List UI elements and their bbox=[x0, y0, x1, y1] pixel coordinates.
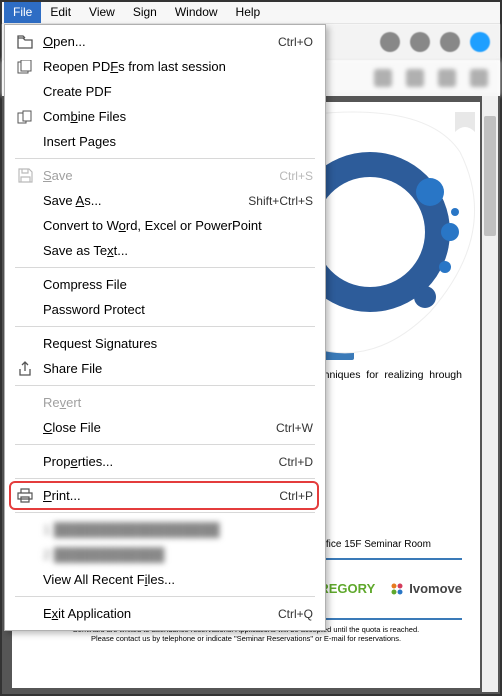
menu-reopen[interactable]: Reopen PDFs from last session bbox=[5, 54, 325, 79]
menu-viewrecent-label: View All Recent Files... bbox=[43, 572, 313, 587]
menu-saveas-shortcut: Shift+Ctrl+S bbox=[248, 194, 313, 208]
menu-password-label: Password Protect bbox=[43, 302, 313, 317]
menu-open[interactable]: Open... Ctrl+O bbox=[5, 29, 325, 54]
menu-saveas-label: Save As... bbox=[43, 193, 248, 208]
menu-insert-pages[interactable]: Insert Pages bbox=[5, 129, 325, 154]
reopen-icon bbox=[15, 60, 35, 74]
menu-create-label: Create PDF bbox=[43, 84, 313, 99]
menu-separator bbox=[15, 444, 315, 445]
menu-exit-shortcut: Ctrl+Q bbox=[278, 607, 313, 621]
menu-save-text[interactable]: Save as Text... bbox=[5, 238, 325, 263]
menu-separator bbox=[15, 267, 315, 268]
menubar-window[interactable]: Window bbox=[166, 2, 227, 23]
menu-print[interactable]: Print... Ctrl+P bbox=[5, 483, 325, 508]
menubar-help[interactable]: Help bbox=[227, 2, 270, 23]
share-icon bbox=[15, 361, 35, 376]
menu-print-shortcut: Ctrl+P bbox=[279, 489, 313, 503]
tool-icon[interactable] bbox=[374, 69, 392, 87]
menubar-sign[interactable]: Sign bbox=[124, 2, 166, 23]
vertical-scrollbar[interactable] bbox=[482, 96, 498, 692]
menubar-view[interactable]: View bbox=[80, 2, 124, 23]
scroll-thumb[interactable] bbox=[484, 116, 496, 236]
menu-signatures-label: Request Signatures bbox=[43, 336, 313, 351]
menu-recent-2[interactable]: 2 ████████████ bbox=[5, 542, 325, 567]
menu-convert-label: Convert to Word, Excel or PowerPoint bbox=[43, 218, 313, 233]
menu-open-label: Open... bbox=[43, 34, 278, 49]
menu-combine[interactable]: Combine Files bbox=[5, 104, 325, 129]
menu-recent-1[interactable]: 1 ██████████████████ bbox=[5, 517, 325, 542]
menu-signatures[interactable]: Request Signatures bbox=[5, 331, 325, 356]
menu-close-label: Close File bbox=[43, 420, 276, 435]
menu-save-shortcut: Ctrl+S bbox=[279, 169, 313, 183]
combine-icon bbox=[15, 110, 35, 124]
menubar: File Edit View Sign Window Help bbox=[2, 2, 500, 24]
menu-share[interactable]: Share File bbox=[5, 356, 325, 381]
menubar-edit[interactable]: Edit bbox=[41, 2, 80, 23]
print-icon bbox=[15, 488, 35, 503]
menu-compress[interactable]: Compress File bbox=[5, 272, 325, 297]
menu-recent1-label: 1 ██████████████████ bbox=[43, 522, 313, 537]
menu-save-label: Save bbox=[43, 168, 279, 183]
menu-close-file[interactable]: Close File Ctrl+W bbox=[5, 415, 325, 440]
menu-separator bbox=[15, 326, 315, 327]
bell-icon[interactable] bbox=[440, 32, 460, 52]
tool-icon[interactable] bbox=[470, 69, 488, 87]
menu-exit-label: Exit Application bbox=[43, 606, 278, 621]
menubar-file[interactable]: File bbox=[4, 2, 41, 23]
menu-save: Save Ctrl+S bbox=[5, 163, 325, 188]
menu-recent2-label: 2 ████████████ bbox=[43, 547, 313, 562]
menu-reopen-label: Reopen PDFs from last session bbox=[43, 59, 313, 74]
menu-properties[interactable]: Properties... Ctrl+D bbox=[5, 449, 325, 474]
menu-revert: Revert bbox=[5, 390, 325, 415]
menu-compress-label: Compress File bbox=[43, 277, 313, 292]
menu-create-pdf[interactable]: Create PDF bbox=[5, 79, 325, 104]
menu-close-shortcut: Ctrl+W bbox=[276, 421, 313, 435]
menu-separator bbox=[15, 478, 315, 479]
menu-combine-label: Combine Files bbox=[43, 109, 313, 124]
menu-properties-label: Properties... bbox=[43, 454, 279, 469]
menu-open-shortcut: Ctrl+O bbox=[278, 35, 313, 49]
account-icon[interactable] bbox=[470, 32, 490, 52]
tool-icon[interactable] bbox=[438, 69, 456, 87]
menu-password[interactable]: Password Protect bbox=[5, 297, 325, 322]
menu-insert-label: Insert Pages bbox=[43, 134, 313, 149]
menu-separator bbox=[15, 158, 315, 159]
menu-print-label: Print... bbox=[43, 488, 279, 503]
menu-separator bbox=[15, 596, 315, 597]
menu-revert-label: Revert bbox=[43, 395, 313, 410]
open-icon bbox=[15, 35, 35, 49]
home-icon[interactable] bbox=[380, 32, 400, 52]
menu-properties-shortcut: Ctrl+D bbox=[279, 455, 313, 469]
menu-share-label: Share File bbox=[43, 361, 313, 376]
file-menu: Open... Ctrl+O Reopen PDFs from last ses… bbox=[4, 24, 326, 631]
save-icon bbox=[15, 168, 35, 183]
menu-separator bbox=[15, 385, 315, 386]
menu-convert[interactable]: Convert to Word, Excel or PowerPoint bbox=[5, 213, 325, 238]
menu-save-as[interactable]: Save As... Shift+Ctrl+S bbox=[5, 188, 325, 213]
star-icon[interactable] bbox=[410, 32, 430, 52]
tool-icon[interactable] bbox=[406, 69, 424, 87]
menu-view-recent[interactable]: View All Recent Files... bbox=[5, 567, 325, 592]
menu-savetext-label: Save as Text... bbox=[43, 243, 313, 258]
sponsor-ivomove: Ivomove bbox=[389, 581, 462, 597]
menu-separator bbox=[15, 512, 315, 513]
menu-exit[interactable]: Exit Application Ctrl+Q bbox=[5, 601, 325, 626]
